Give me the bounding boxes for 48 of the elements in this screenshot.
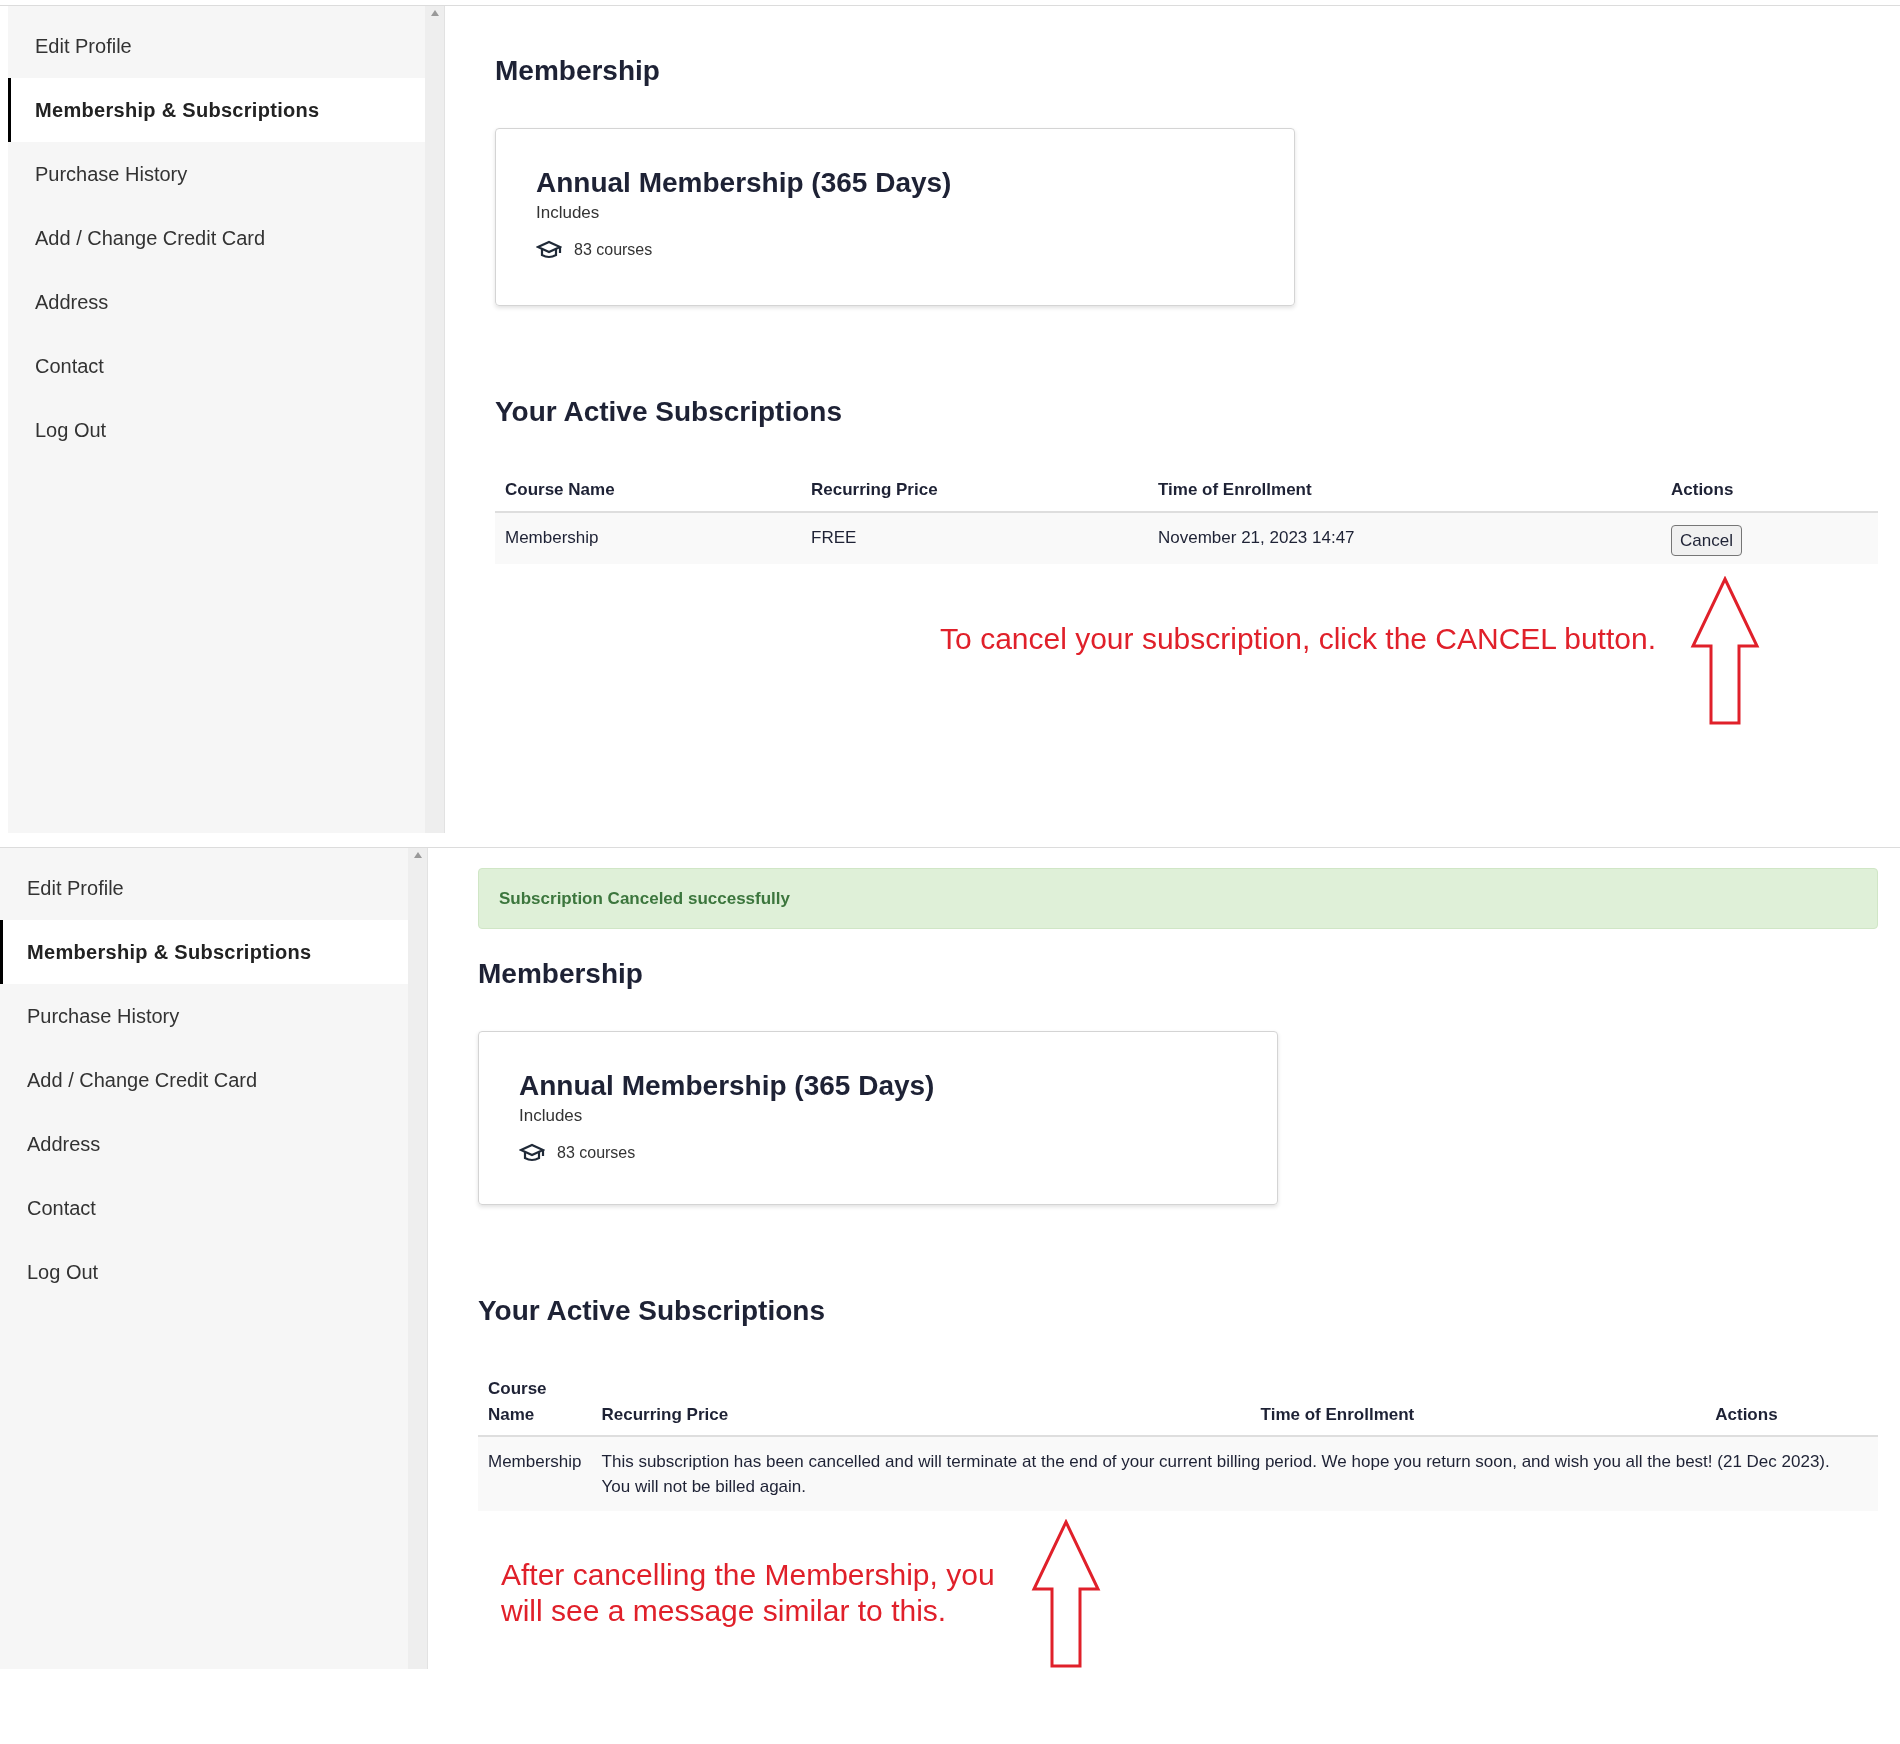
- annotation-text: To cancel your subscription, click the CANCEL button.: [940, 620, 1656, 657]
- sidebar-item[interactable]: Address: [0, 1112, 408, 1176]
- card-subtitle: Includes: [519, 1105, 583, 1128]
- sidebar-item[interactable]: Log Out: [0, 1240, 408, 1304]
- table-cell: FREE: [801, 511, 1148, 564]
- sidebar-item[interactable]: Address: [8, 270, 425, 334]
- course-count: 83 courses: [574, 239, 653, 260]
- graduation-cap-icon: [519, 1142, 545, 1163]
- course-count: 83 courses: [557, 1142, 636, 1163]
- scroll-up-icon[interactable]: [430, 10, 439, 16]
- graduation-cap-icon: [536, 239, 562, 260]
- scroll-up-icon[interactable]: [413, 852, 422, 858]
- column-header: Time of Enrollment: [1060, 1368, 1615, 1436]
- sidebar-item[interactable]: Add / Change Credit Card: [0, 1048, 408, 1112]
- scrollbar[interactable]: [425, 6, 445, 833]
- cancel-button[interactable]: Cancel: [1671, 524, 1742, 556]
- column-header: Actions: [1614, 1368, 1878, 1436]
- billing-note: You will not be billed again.: [601, 1476, 807, 1498]
- card-title: Annual Membership (365 Days): [519, 1069, 935, 1104]
- column-header: Course Name: [478, 1368, 592, 1436]
- success-alert: Subscription Canceled successfully: [478, 868, 1878, 930]
- card-subtitle: Includes: [536, 202, 600, 224]
- table-cell: November 21, 2023 14:47: [1148, 511, 1661, 564]
- scrollbar[interactable]: [408, 848, 428, 1669]
- sidebar-item[interactable]: Contact: [0, 1176, 408, 1240]
- sidebar-item[interactable]: Purchase History: [0, 984, 408, 1048]
- sidebar-item[interactable]: Add / Change Credit Card: [8, 206, 425, 270]
- sidebar-item[interactable]: Edit Profile: [8, 14, 425, 78]
- sidebar-item[interactable]: Membership & Subscriptions: [8, 78, 425, 142]
- card-title: Annual Membership (365 Days): [536, 166, 952, 200]
- sidebar-item[interactable]: Edit Profile: [0, 856, 408, 920]
- sidebar-item[interactable]: Contact: [8, 334, 425, 398]
- table-cell: Membership: [495, 511, 801, 564]
- annotation-text: After cancelling the Membership, you will see a message similar to this.: [501, 1557, 996, 1629]
- column-header: Recurring Price: [801, 469, 1148, 512]
- section-heading: Membership: [478, 957, 644, 992]
- sidebar-item[interactable]: Purchase History: [8, 142, 425, 206]
- column-header: Course Name: [495, 469, 801, 512]
- column-header: Time of Enrollment: [1148, 469, 1661, 512]
- sidebar-item[interactable]: Log Out: [8, 398, 425, 462]
- section-heading: Your Active Subscriptions: [478, 1294, 826, 1328]
- table-cell: Membership: [478, 1436, 592, 1511]
- sidebar-item[interactable]: Membership & Subscriptions: [0, 920, 408, 984]
- section-heading: Your Active Subscriptions: [495, 395, 843, 429]
- column-header: Actions: [1661, 469, 1878, 512]
- cancellation-message: This subscription has been cancelled and will terminate at the end of your current billing period. We hope you return soon, and wish you all the best! (21 Dec 2023).: [601, 1451, 1831, 1473]
- section-heading: Membership: [495, 54, 661, 88]
- column-header: Recurring Price: [591, 1368, 1060, 1436]
